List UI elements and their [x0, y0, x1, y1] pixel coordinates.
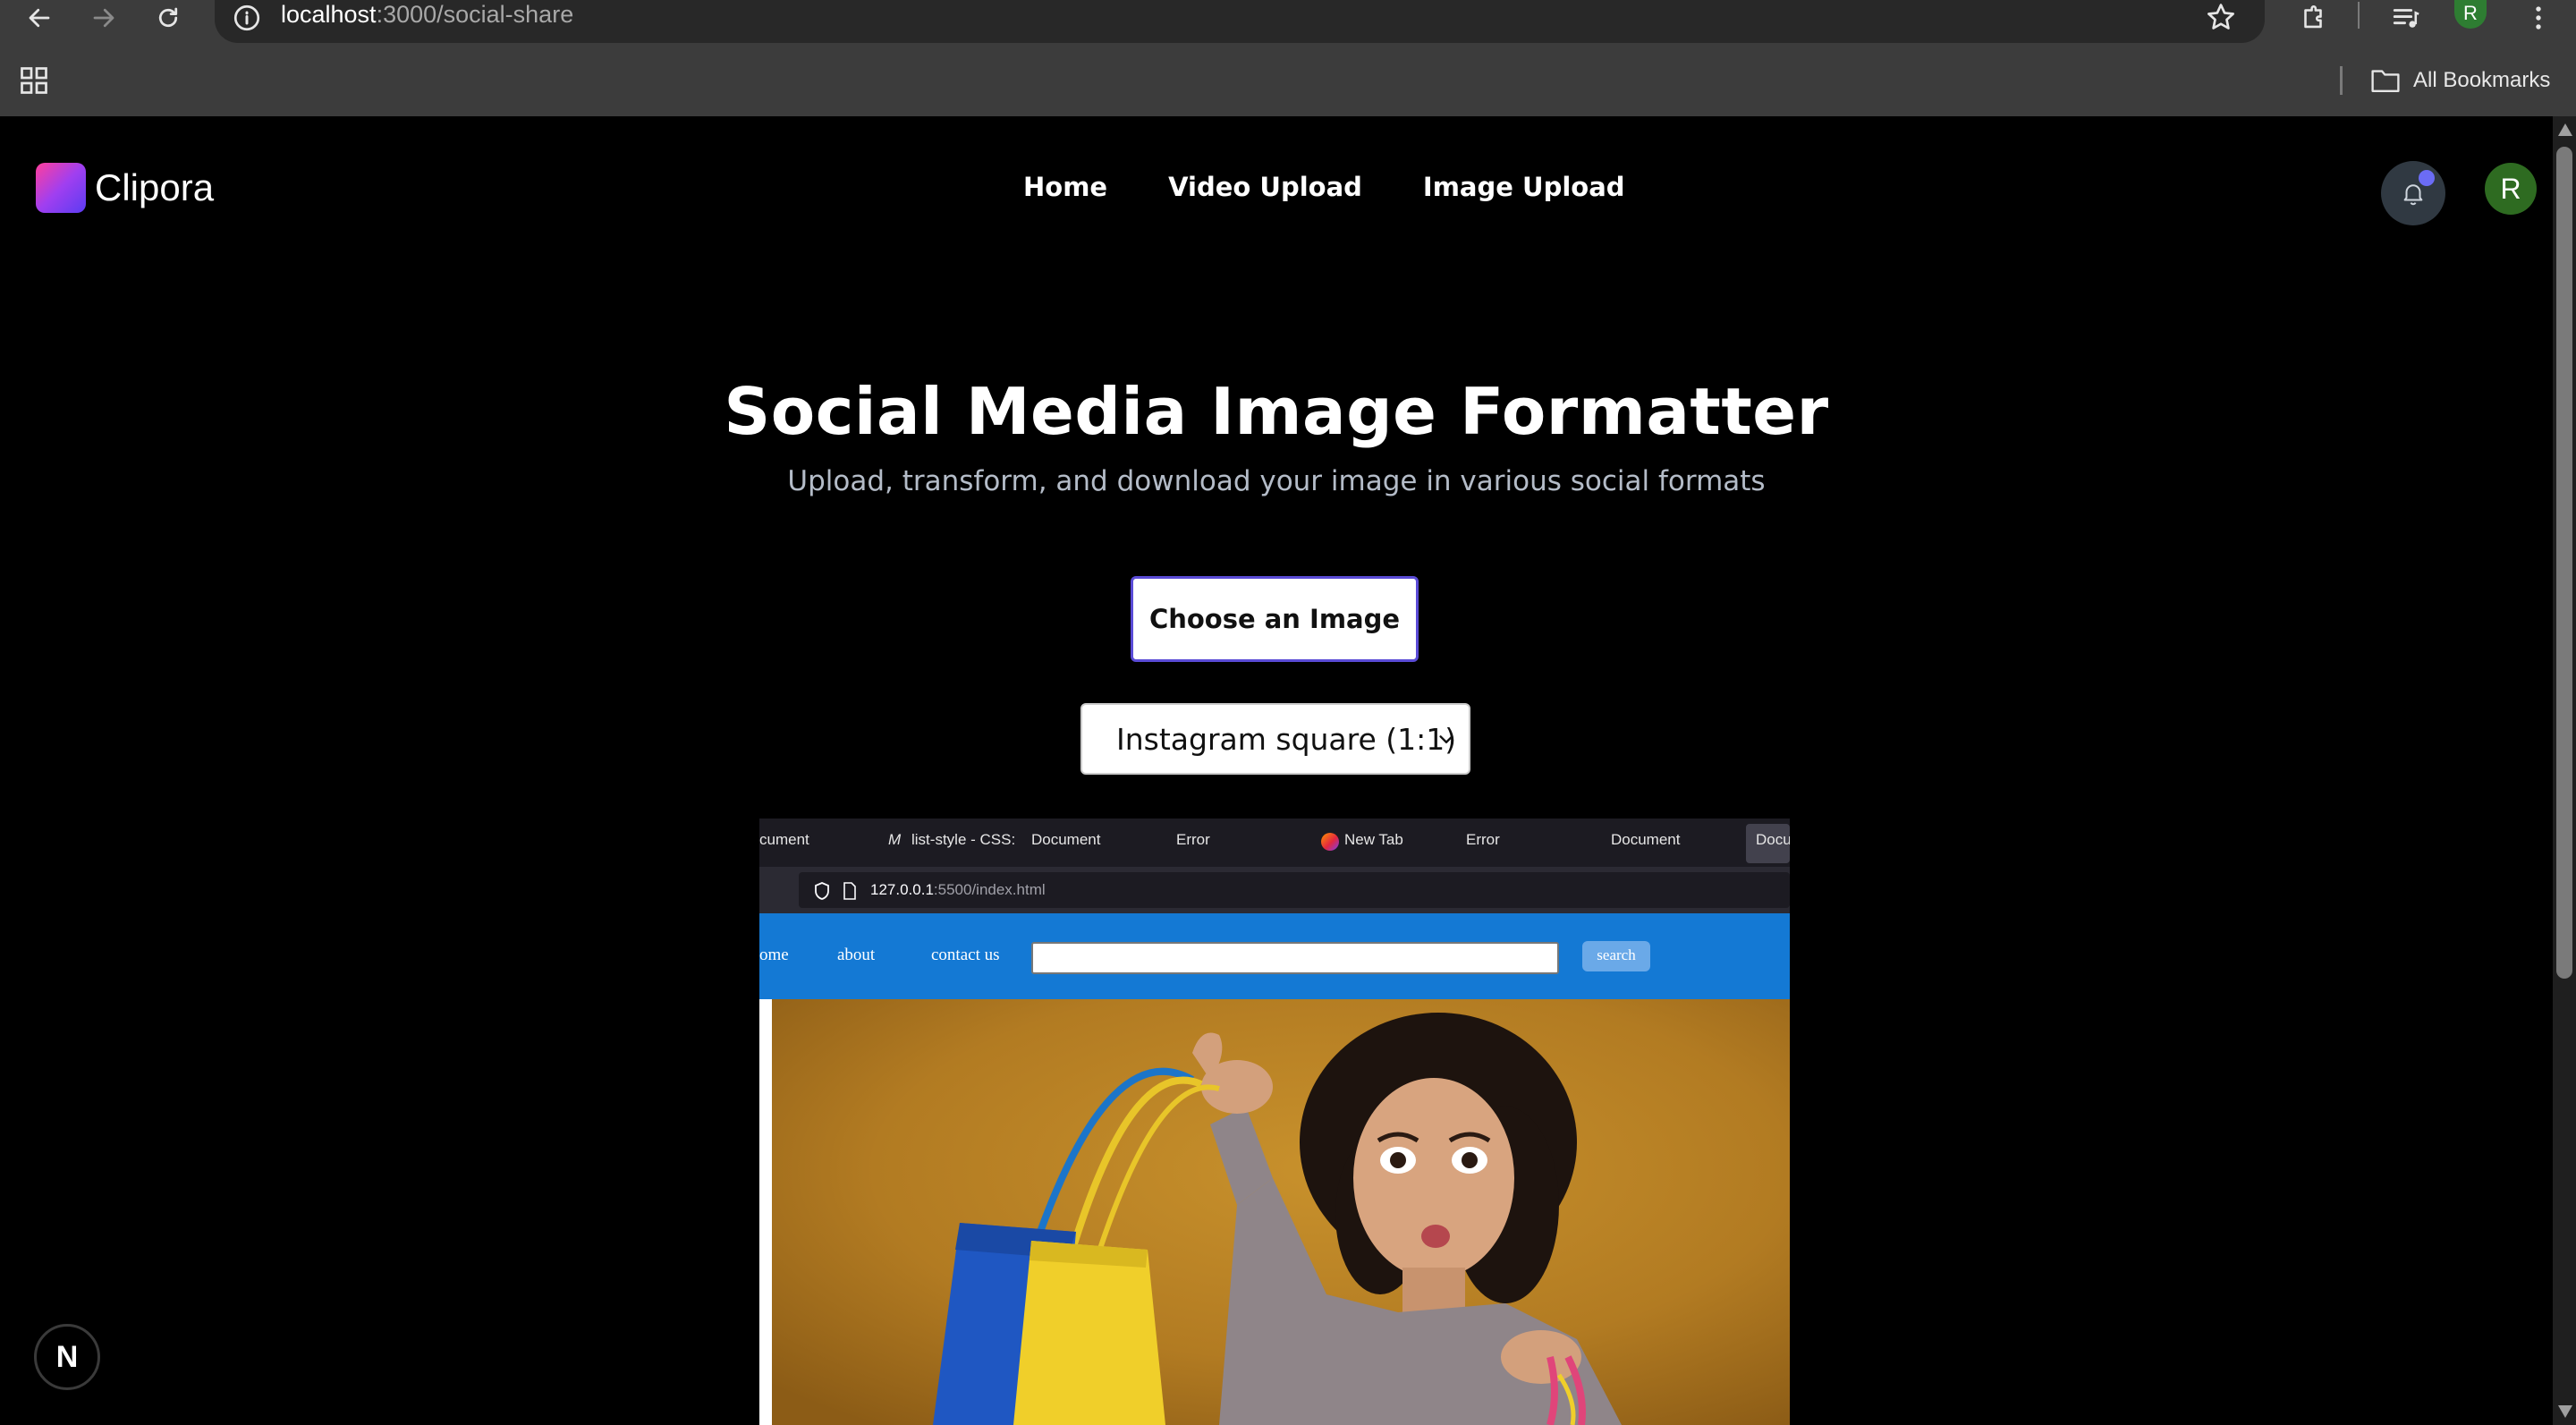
shopping-woman-photo: [772, 999, 1790, 1425]
bookmarks-divider: [2340, 66, 2343, 95]
main-nav: Home Video Upload Image Upload: [993, 172, 1656, 202]
shield-icon: [815, 882, 829, 900]
page-scrollbar[interactable]: [2553, 116, 2576, 1425]
nav-link-home[interactable]: Home: [993, 172, 1138, 202]
user-avatar[interactable]: R: [2485, 163, 2537, 215]
preview-tab: Docu: [1756, 831, 1790, 848]
app-logo[interactable]: Clipora: [36, 163, 214, 213]
extensions-icon: [2304, 5, 2322, 29]
all-bookmarks-label: All Bookmarks: [2413, 68, 2551, 92]
choose-image-button[interactable]: Choose an Image: [1131, 576, 1419, 662]
reload-button[interactable]: [143, 0, 193, 36]
scroll-down-arrow-icon[interactable]: [2558, 1405, 2572, 1418]
forward-button[interactable]: [79, 0, 129, 36]
preview-tab: Document: [1031, 831, 1101, 848]
logo-mark: [36, 163, 86, 213]
preview-url-rest: :5500/index.html: [933, 881, 1046, 898]
forward-arrow-icon: [93, 8, 114, 28]
format-select[interactable]: Instagram square (1:1): [1080, 703, 1470, 775]
preview-nav-about: about: [837, 946, 876, 964]
page-title: Social Media Image Formatter: [724, 374, 1829, 449]
preview-url-text: 127.0.0.1:5500/index.html: [870, 881, 1046, 899]
notification-dot: [2419, 170, 2435, 186]
preview-tab: list-style - CSS:: [911, 831, 1016, 848]
url-path: :3000/social-share: [376, 1, 574, 28]
nav-link-image-upload[interactable]: Image Upload: [1393, 172, 1656, 202]
folder-icon: [2371, 70, 2400, 92]
browser-profile-avatar[interactable]: R: [2454, 0, 2487, 29]
extensions-button[interactable]: [2295, 0, 2331, 36]
preview-tab: Error: [1176, 831, 1210, 848]
back-button[interactable]: [14, 0, 64, 36]
browser-chrome: localhost:3000/social-share R All Bookma…: [0, 0, 2576, 116]
page-viewport: Clipora Home Video Upload Image Upload R…: [0, 116, 2553, 1425]
firefox-icon: [1321, 833, 1339, 851]
more-vertical-icon: [2536, 6, 2541, 30]
preview-search-button: search: [1582, 941, 1650, 971]
star-icon[interactable]: [2204, 0, 2238, 34]
preview-search-input: [1031, 942, 1559, 974]
bookmarks-bar: All Bookmarks: [0, 54, 2576, 104]
back-arrow-icon: [29, 8, 50, 28]
preview-nav-home: ome: [759, 946, 789, 964]
scrollbar-thumb[interactable]: [2556, 147, 2572, 979]
preview-tab: New Tab: [1344, 831, 1403, 848]
preview-tab-favicon: M: [888, 831, 902, 848]
preview-urlbar: 127.0.0.1:5500/index.html: [759, 867, 1790, 913]
page-subtitle: Upload, transform, and download your ima…: [787, 465, 1766, 497]
all-bookmarks-button[interactable]: All Bookmarks: [2370, 64, 2550, 97]
preview-url-host: 127.0.0.1: [870, 881, 934, 898]
nextjs-logo-icon: N: [55, 1339, 79, 1374]
page-icon: [843, 882, 856, 900]
apps-grid-icon[interactable]: [18, 64, 50, 97]
media-queue-icon: [2393, 9, 2419, 28]
url-text: localhost:3000/social-share: [281, 0, 573, 32]
preview-nav-contact: contact us: [931, 946, 1000, 964]
address-bar[interactable]: localhost:3000/social-share: [215, 0, 2265, 43]
preview-tab: cument: [759, 831, 809, 848]
nextjs-dev-badge[interactable]: N: [34, 1324, 100, 1390]
browser-toolbar: localhost:3000/social-share R: [0, 0, 2576, 43]
reload-icon: [158, 7, 178, 28]
preview-photo: [759, 999, 1790, 1425]
url-host: localhost: [281, 1, 377, 28]
scroll-up-arrow-icon[interactable]: [2558, 123, 2572, 136]
notifications-button[interactable]: [2381, 161, 2445, 225]
logo-text: Clipora: [95, 166, 215, 208]
format-select-value: Instagram square (1:1): [1116, 721, 1457, 757]
preview-tab: Document: [1611, 831, 1681, 848]
preview-tabs: cument M list-style - CSS: Document Erro…: [759, 819, 1790, 867]
media-queue-button[interactable]: [2388, 0, 2424, 36]
toolbar-divider: [2358, 2, 2360, 29]
chevron-down-icon: [1439, 735, 1453, 743]
image-preview: cument M list-style - CSS: Document Erro…: [759, 819, 1790, 1425]
browser-menu-button[interactable]: [2521, 0, 2556, 36]
preview-tab: Error: [1466, 831, 1500, 848]
site-info-icon[interactable]: [231, 2, 263, 34]
preview-site-nav: ome about contact us search: [759, 913, 1790, 999]
nav-link-video-upload[interactable]: Video Upload: [1138, 172, 1393, 202]
